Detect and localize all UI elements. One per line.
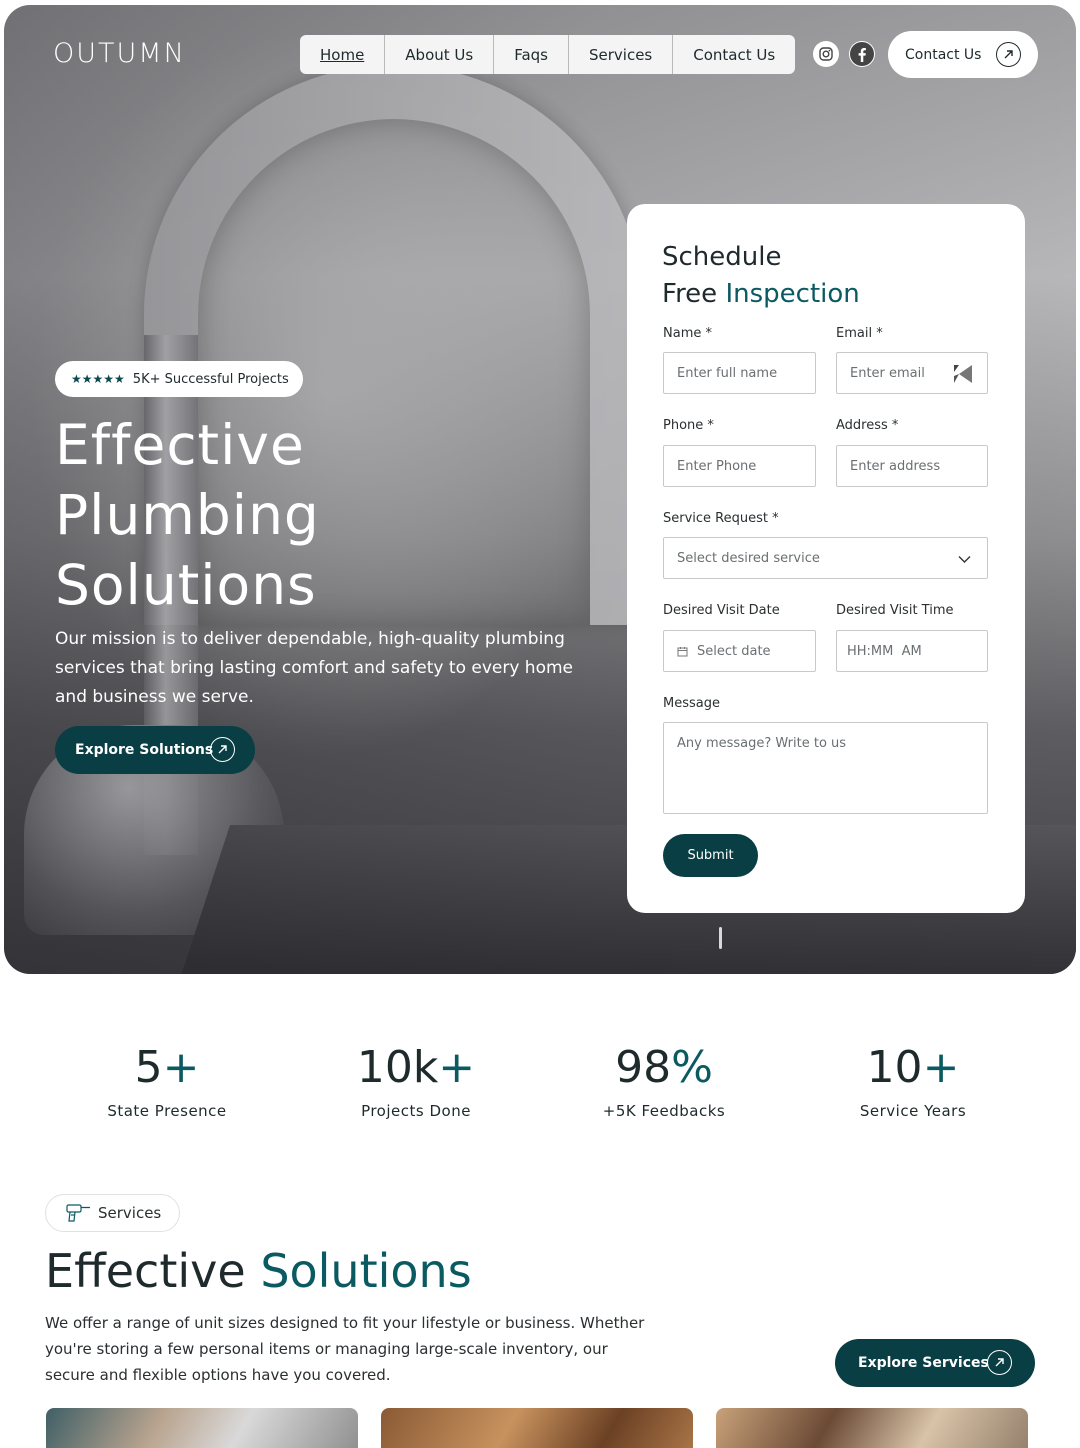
scroll-indicator [719, 927, 722, 949]
services-pill-label: Services [98, 1204, 162, 1222]
name-input[interactable]: Enter full name [663, 352, 816, 394]
stat-number: 10+ [793, 1040, 1033, 1096]
visit-time-label: Desired Visit Time [836, 603, 954, 618]
stat-feedbacks: 98% +5K Feedbacks [544, 1040, 784, 1120]
service-label: Service Request * [663, 511, 779, 526]
stat-value: 10k [356, 1042, 439, 1093]
form-title-accent: Inspection [725, 279, 860, 309]
email-input[interactable]: Enter email [836, 352, 988, 394]
drill-icon [66, 1203, 92, 1223]
inspection-form-card: Schedule Free Inspection Name * Enter fu… [627, 204, 1025, 913]
facebook-icon[interactable] [849, 41, 875, 67]
header-contact-label: Contact Us [905, 46, 982, 63]
services-title-plain: Effective [45, 1244, 261, 1298]
visit-time-input[interactable]: HH:MM AM [836, 630, 988, 672]
hero-title-line: Plumbing [55, 483, 320, 547]
chevron-down-icon [958, 553, 971, 568]
brand-logo[interactable]: OUTUMN [53, 38, 186, 69]
stat-caption: Projects Done [361, 1102, 471, 1120]
stat-caption: +5K Feedbacks [602, 1102, 726, 1120]
phone-input[interactable]: Enter Phone [663, 445, 816, 487]
service-card-image[interactable] [381, 1408, 693, 1448]
stat-suffix: + [922, 1042, 960, 1093]
stat-number: 5+ [47, 1040, 287, 1096]
email-placeholder: Enter email [850, 365, 925, 381]
form-title-plain: Free [662, 279, 726, 309]
stat-value: 98 [615, 1042, 672, 1093]
form-title: Schedule Free Inspection [662, 239, 860, 313]
instagram-icon[interactable] [813, 41, 839, 67]
nav-faqs[interactable]: Faqs [494, 35, 569, 74]
header-contact-button[interactable]: Contact Us [888, 31, 1038, 78]
nav-home[interactable]: Home [300, 35, 386, 74]
address-label: Address * [836, 418, 899, 433]
arrow-up-right-icon [987, 1350, 1012, 1375]
stat-value: 5 [134, 1042, 163, 1093]
phone-label: Phone * [663, 418, 714, 433]
stat-number: 10k+ [296, 1040, 536, 1096]
service-select[interactable]: Select desired service [663, 537, 988, 579]
stat-suffix: + [438, 1042, 476, 1093]
services-pill: Services [45, 1194, 180, 1232]
arrow-up-right-icon [210, 737, 235, 762]
service-select-value: Select desired service [677, 550, 820, 566]
name-label: Name * [663, 326, 712, 341]
hero-subtitle: Our mission is to deliver dependable, hi… [55, 629, 573, 707]
hero-title-line: Effective [55, 413, 305, 477]
stat-number: 98% [544, 1040, 784, 1096]
message-label: Message [663, 696, 720, 711]
nav-services[interactable]: Services [569, 35, 674, 74]
stat-projects-done: 10k+ Projects Done [296, 1040, 536, 1120]
email-label: Email * [836, 326, 883, 341]
autofill-key-icon[interactable] [953, 364, 973, 388]
arrow-up-right-icon [996, 42, 1021, 67]
stat-suffix: % [671, 1042, 713, 1093]
services-title-accent: Solutions [260, 1244, 472, 1298]
stat-value: 10 [866, 1042, 923, 1093]
nav-about-us[interactable]: About Us [385, 35, 495, 74]
hero-title: Effective Plumbing Solutions [55, 410, 575, 620]
explore-services-label: Explore Services [858, 1355, 989, 1371]
explore-solutions-label: Explore Solutions [75, 742, 214, 758]
explore-services-button[interactable]: Explore Services [835, 1339, 1035, 1387]
stat-service-years: 10+ Service Years [793, 1040, 1033, 1120]
services-title: Effective Solutions [45, 1242, 472, 1300]
stat-state-presence: 5+ State Presence [47, 1040, 287, 1120]
service-card-image[interactable] [716, 1408, 1028, 1448]
explore-solutions-button[interactable]: Explore Solutions [55, 726, 255, 774]
calendar-icon [677, 646, 688, 657]
form-title-line: Schedule [662, 242, 782, 272]
visit-date-label: Desired Visit Date [663, 603, 780, 618]
stat-caption: Service Years [859, 1102, 967, 1120]
success-badge: ★★★★★ 5K+ Successful Projects [55, 361, 303, 397]
address-input[interactable]: Enter address [836, 445, 988, 487]
visit-date-input[interactable]: Select date [663, 630, 816, 672]
form-title-line: Free Inspection [662, 276, 860, 313]
stat-suffix: + [162, 1042, 200, 1093]
star-rating-icon: ★★★★★ [71, 372, 125, 386]
message-textarea[interactable]: Any message? Write to us [663, 722, 988, 814]
visit-date-placeholder: Select date [697, 643, 771, 659]
main-nav: Home About Us Faqs Services Contact Us [300, 35, 796, 74]
services-description: We offer a range of unit sizes designed … [45, 1314, 645, 1384]
submit-button[interactable]: Submit [663, 834, 758, 877]
badge-text: 5K+ Successful Projects [132, 371, 289, 387]
hero-title-line: Solutions [55, 553, 317, 617]
nav-contact-us[interactable]: Contact Us [673, 35, 795, 74]
stat-caption: State Presence [107, 1102, 227, 1120]
service-card-image[interactable] [46, 1408, 358, 1448]
